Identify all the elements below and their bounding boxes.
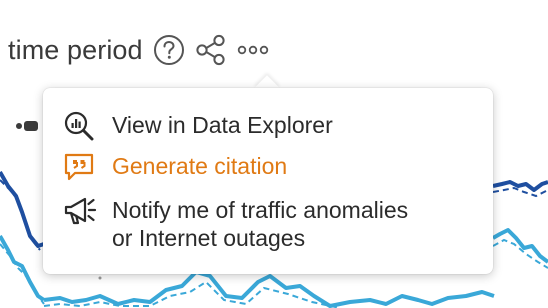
more-horizontal-icon[interactable] (236, 40, 270, 60)
help-circle-icon[interactable] (153, 34, 185, 66)
series-dark-line-left (0, 171, 45, 248)
axis-tick (98, 276, 102, 280)
chart-header: time period (8, 32, 270, 68)
series-dark-dashed-right (492, 186, 548, 198)
menu-item-label: Notify me of traffic anomalies or Intern… (112, 197, 409, 251)
series-dark-line-right (492, 180, 548, 192)
series-light-line-right (492, 228, 548, 264)
legend-stub (16, 121, 38, 131)
menu-item-label: View in Data Explorer (112, 112, 333, 138)
share-icon[interactable] (194, 33, 228, 67)
menu-item-view-in-data-explorer[interactable]: View in Data Explorer (63, 111, 333, 141)
chart-title: time period (8, 34, 143, 65)
series-light-dashed-left (0, 243, 45, 305)
menu-item-generate-citation[interactable]: Generate citation (63, 152, 287, 182)
megaphone-icon (63, 196, 99, 226)
menu-item-label: Generate citation (112, 153, 288, 179)
data-explorer-icon (63, 111, 99, 141)
menu-pointer-cover (250, 88, 284, 102)
citation-icon (63, 152, 99, 182)
menu-item-notify-traffic-anomalies[interactable]: Notify me of traffic anomalies or Intern… (63, 196, 408, 252)
